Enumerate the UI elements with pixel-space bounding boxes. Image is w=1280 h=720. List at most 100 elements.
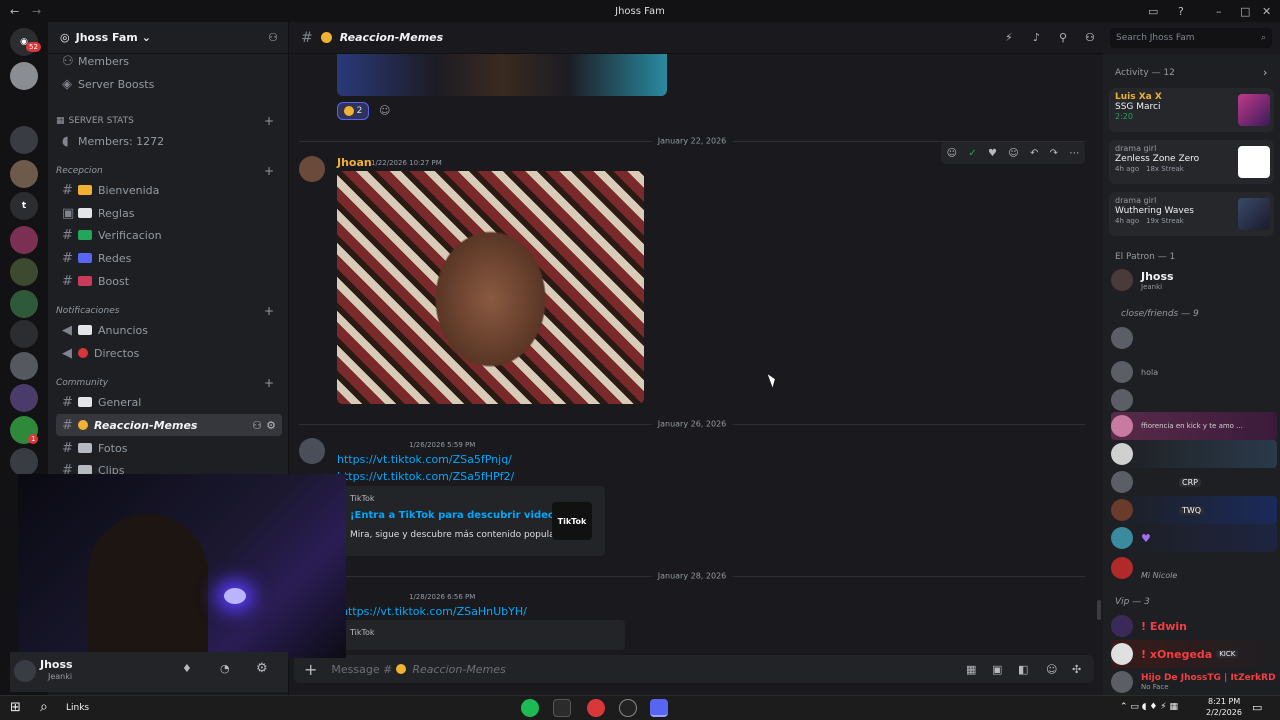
member-item[interactable]: hola: [1111, 358, 1275, 386]
channel-boost[interactable]: # Boost: [56, 270, 282, 292]
previous-video-thumb[interactable]: [337, 54, 667, 96]
member-item[interactable]: TWQ: [1111, 496, 1277, 524]
member-item[interactable]: ffiorencia en kick y te amo ...: [1111, 412, 1277, 440]
server-icon[interactable]: [10, 352, 38, 380]
user-avatar[interactable]: [14, 660, 36, 682]
member-item[interactable]: Hijo De JhossTG | ItZerkRD No Face: [1111, 668, 1276, 696]
headphones-icon[interactable]: ◔: [220, 662, 230, 675]
add-channel-icon[interactable]: +: [264, 114, 274, 128]
maximize-icon[interactable]: □: [1240, 5, 1250, 18]
add-channel-icon[interactable]: +: [264, 304, 274, 318]
server-icon[interactable]: [10, 384, 38, 412]
more-icon[interactable]: ⋯: [1069, 148, 1079, 159]
gif-icon[interactable]: ▣: [992, 663, 1002, 676]
add-attachment-icon[interactable]: +: [304, 660, 317, 679]
member-item[interactable]: Mi Nicole: [1111, 554, 1275, 582]
search-input[interactable]: Search Jhoss Fam ⌕: [1110, 28, 1272, 48]
channel-anuncios[interactable]: ◀ Anuncios: [56, 319, 282, 341]
reaction-button[interactable]: 2: [337, 102, 369, 120]
server-icon[interactable]: [10, 290, 38, 318]
member-item[interactable]: [1111, 440, 1277, 468]
members-item[interactable]: ⚇ Members: [56, 50, 282, 72]
server-icon[interactable]: [10, 320, 38, 348]
category-server-stats[interactable]: ▦ SERVER STATS +: [56, 114, 282, 128]
user-name[interactable]: Jhoss: [40, 658, 73, 671]
obs-icon[interactable]: [619, 699, 637, 717]
system-tray-icons[interactable]: ⌃ ▭ ◖ ♦ ⚡ ▦: [1120, 702, 1178, 712]
tiktok-link[interactable]: https://vt.tiktok.com/ZSa5fHPf2/: [337, 470, 514, 483]
gift-icon[interactable]: ▦: [966, 663, 976, 676]
message-composer[interactable]: + Message # Reaccion-Memes ▦ ▣ ◧ ☺ ✣: [294, 655, 1094, 683]
channel-reglas[interactable]: ▣ Reglas: [56, 202, 282, 224]
gear-icon[interactable]: ⚙: [266, 419, 276, 432]
category-community[interactable]: Community +: [56, 376, 282, 390]
forward-icon[interactable]: ↷: [1050, 148, 1058, 159]
server-icon[interactable]: [10, 62, 38, 90]
member-item[interactable]: CRP: [1111, 468, 1275, 496]
channel-fotos[interactable]: # Fotos: [56, 437, 282, 459]
reply-icon[interactable]: ↶: [1030, 148, 1038, 159]
minimize-icon[interactable]: –: [1216, 5, 1222, 18]
message-image[interactable]: [337, 171, 644, 404]
bell-icon[interactable]: ♪: [1033, 31, 1040, 44]
stat-members[interactable]: ◖ Members: 1272: [56, 130, 282, 152]
member-item[interactable]: ! Edwin: [1111, 612, 1275, 640]
author-name[interactable]: Jhoan: [337, 156, 372, 169]
channel-redes[interactable]: # Redes: [56, 247, 282, 269]
channel-directos[interactable]: ◀ Directos: [56, 342, 282, 364]
discord-icon[interactable]: [650, 699, 668, 717]
add-reaction-icon[interactable]: ☺: [379, 104, 390, 117]
activity-card[interactable]: drama girl Wuthering Waves 4h ago 19x St…: [1109, 192, 1274, 236]
server-icon[interactable]: [10, 160, 38, 188]
tiktok-link[interactable]: https://vt.tiktok.com/ZSa5fPnjq/: [337, 453, 512, 466]
search-icon[interactable]: ⌕: [40, 699, 48, 715]
inbox-icon[interactable]: ▭: [1148, 5, 1158, 18]
close-icon[interactable]: ✕: [1262, 5, 1271, 18]
pin-icon[interactable]: ⚲: [1059, 31, 1067, 44]
emoji-icon[interactable]: ☺: [1046, 663, 1057, 676]
server-icon[interactable]: [10, 226, 38, 254]
category-notificaciones[interactable]: Notificaciones +: [56, 304, 282, 318]
server-icon[interactable]: [10, 126, 38, 154]
server-icon[interactable]: t: [10, 192, 38, 220]
apps-icon[interactable]: ✣: [1072, 663, 1081, 676]
laughing-emoji-icon[interactable]: ☺: [947, 148, 957, 159]
activity-card[interactable]: Luis Xa X SSG Marci 2:20: [1109, 88, 1274, 132]
server-boosts-item[interactable]: ◈ Server Boosts: [56, 73, 282, 95]
avatar[interactable]: [299, 438, 325, 464]
add-member-icon[interactable]: ⚇: [268, 31, 278, 44]
channel-verificacion[interactable]: # Verificacion: [56, 224, 282, 246]
sticker-icon[interactable]: ◧: [1018, 663, 1028, 676]
taskbar-search-label[interactable]: Links: [66, 703, 89, 713]
add-channel-icon[interactable]: +: [264, 376, 274, 390]
help-icon[interactable]: ?: [1178, 5, 1184, 18]
terminal-icon[interactable]: [553, 699, 571, 717]
member-item[interactable]: [1111, 386, 1275, 414]
category-recepcion[interactable]: Recepcion +: [56, 164, 282, 178]
notification-icon[interactable]: ▭: [1252, 701, 1262, 714]
add-reaction-icon[interactable]: ☺: [1008, 148, 1018, 159]
streaming-app-icon[interactable]: [587, 699, 605, 717]
channel-reaccion-memes[interactable]: # Reaccion-Memes ⚇ ⚙: [56, 414, 282, 436]
channel-bienvenida[interactable]: # Bienvenida: [56, 179, 282, 201]
activity-card[interactable]: drama girl Zenless Zone Zero 4h ago 18x …: [1109, 140, 1274, 184]
clock-date[interactable]: 2/2/2026: [1206, 708, 1242, 717]
avatar[interactable]: [299, 156, 325, 182]
member-item[interactable]: ♥: [1111, 524, 1277, 552]
chevron-right-icon[interactable]: ›: [1263, 66, 1267, 79]
windows-start-icon[interactable]: ⊞: [10, 700, 21, 715]
member-item[interactable]: Jhoss Jeanki: [1111, 266, 1275, 294]
add-channel-icon[interactable]: +: [264, 164, 274, 178]
server-icon[interactable]: [10, 258, 38, 286]
heart-icon[interactable]: ♥: [988, 148, 997, 159]
member-item[interactable]: ! xOnegeda KICK: [1111, 640, 1277, 668]
threads-icon[interactable]: ⚡: [1005, 31, 1013, 44]
embed-title[interactable]: ¡Entra a TikTok para descubrir videos!: [350, 510, 565, 521]
check-icon[interactable]: ✓: [968, 148, 976, 159]
channel-general[interactable]: # General: [56, 391, 282, 413]
member-list-icon[interactable]: ⚇: [1085, 31, 1095, 44]
spotify-icon[interactable]: [521, 699, 539, 717]
gear-icon[interactable]: ⚙: [256, 661, 268, 676]
scrollbar[interactable]: [1097, 600, 1101, 620]
microphone-icon[interactable]: ♦: [182, 662, 192, 675]
